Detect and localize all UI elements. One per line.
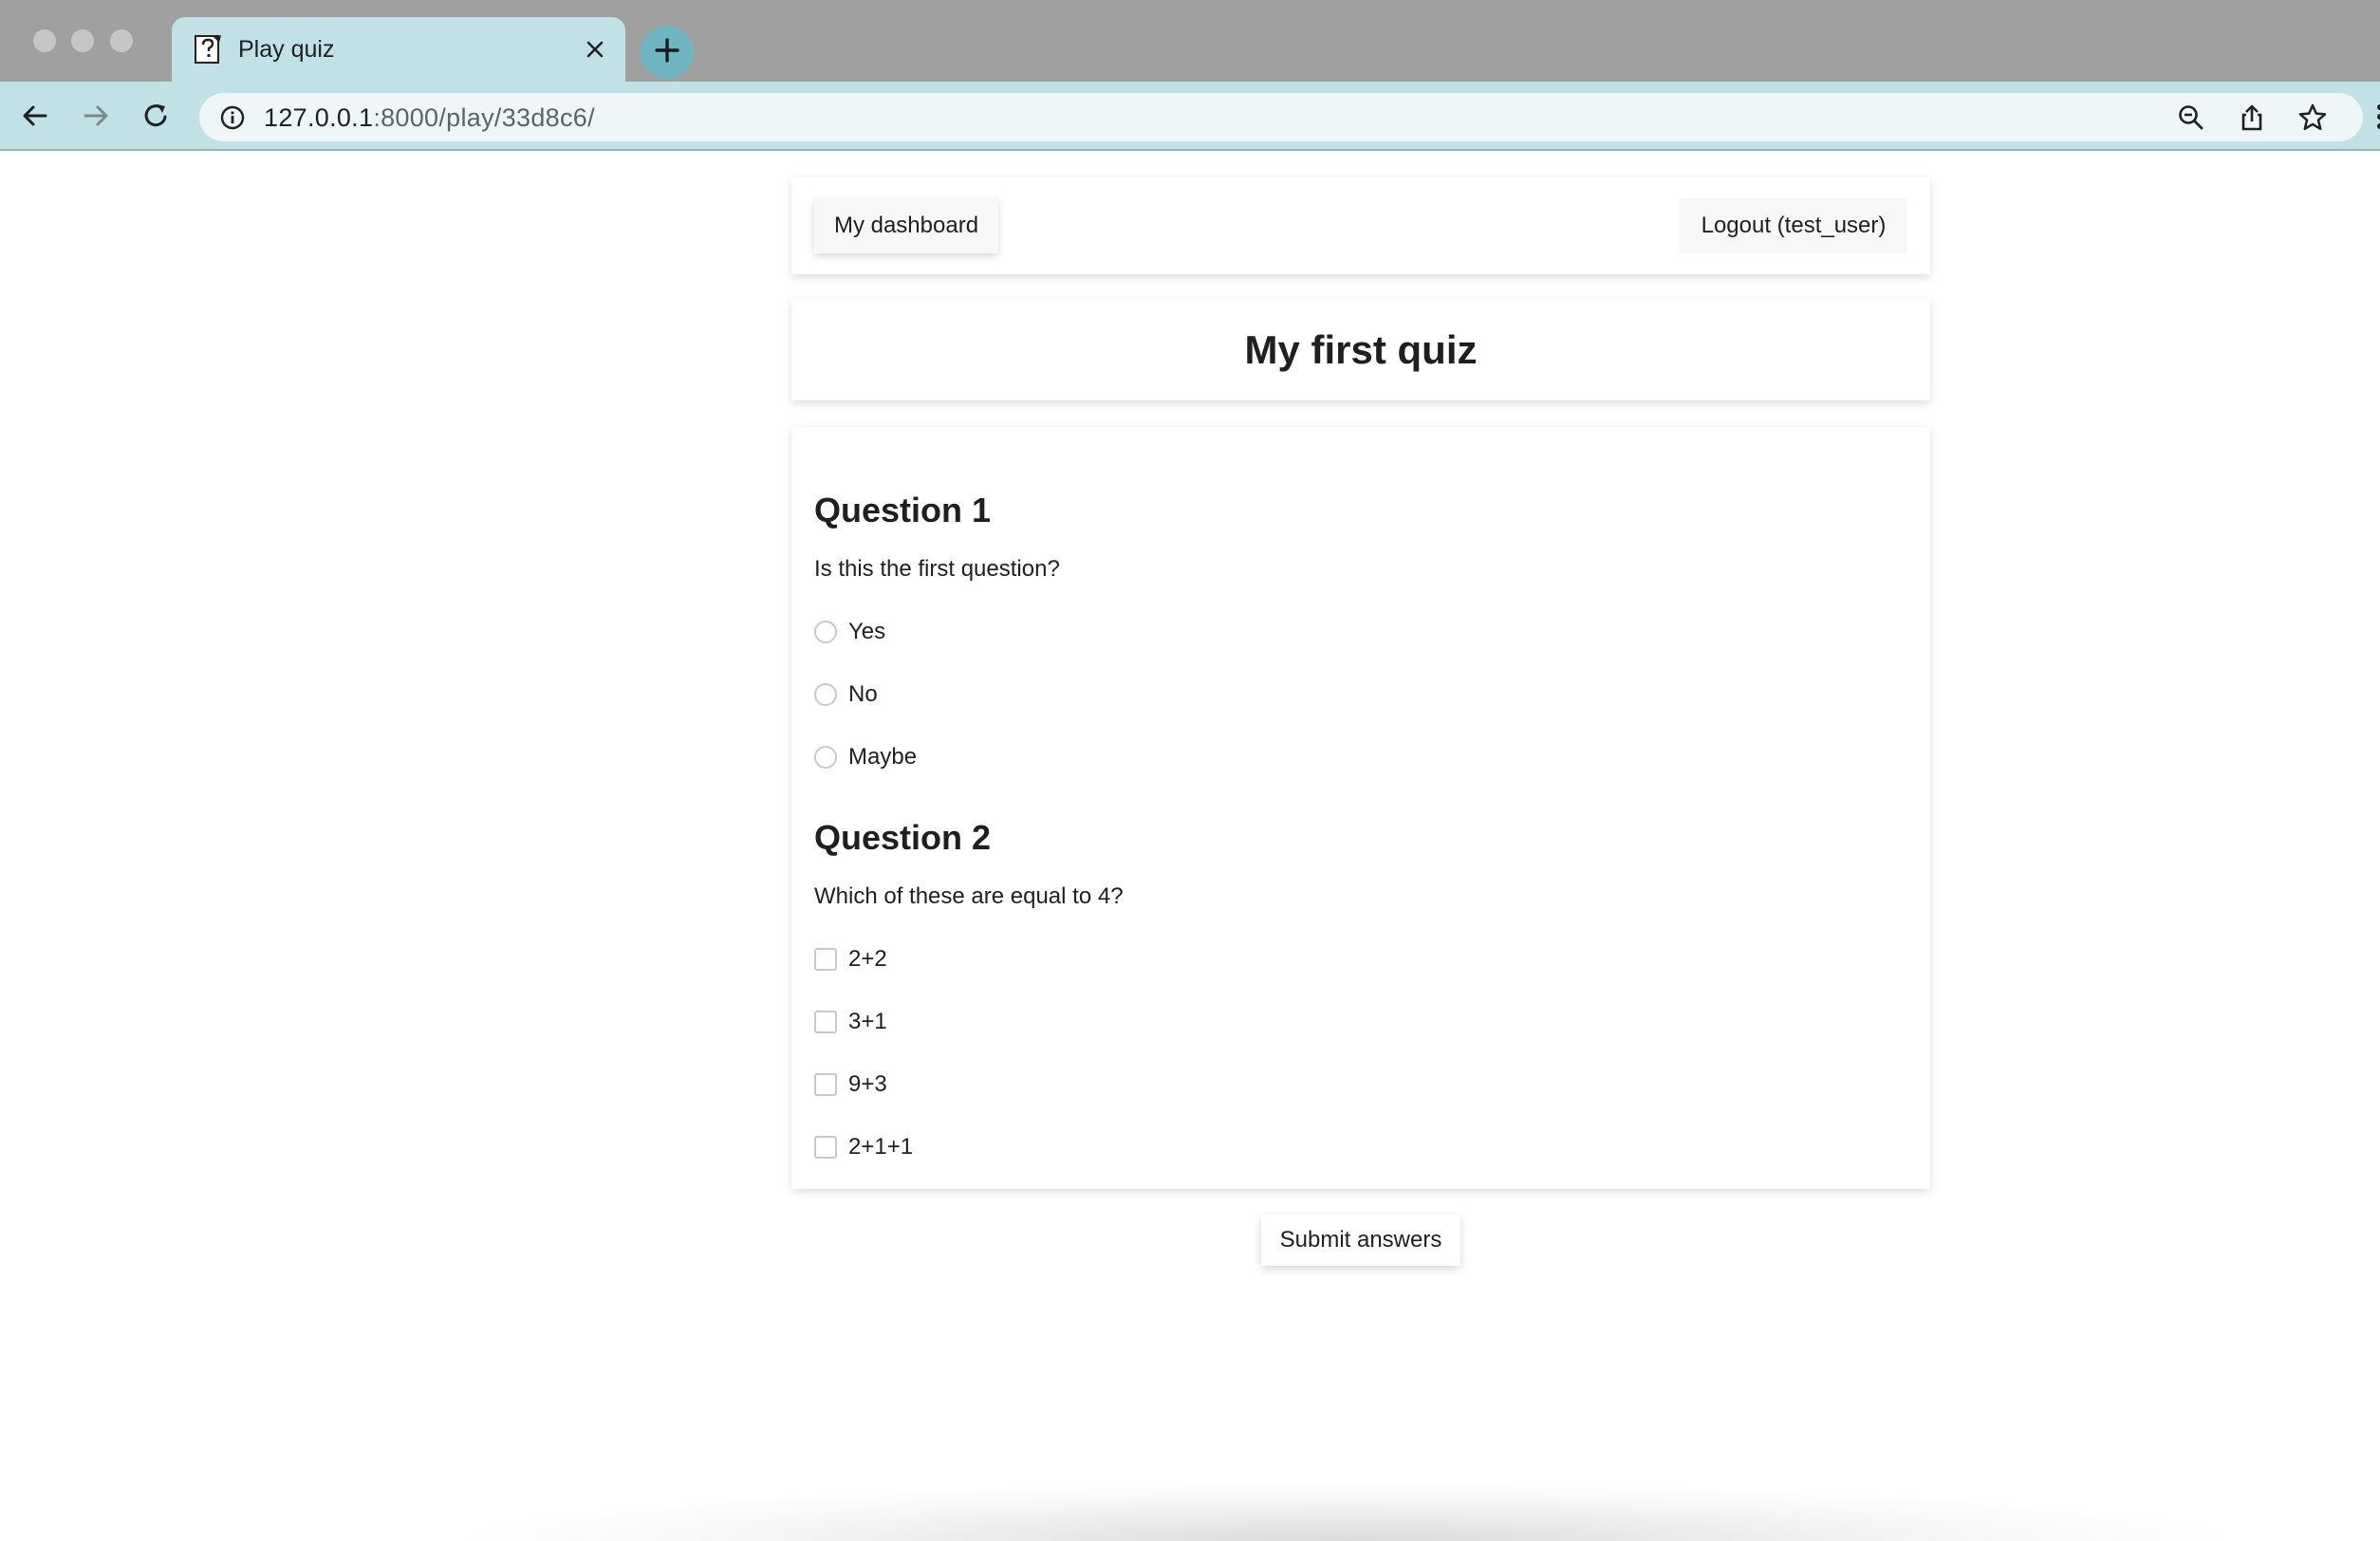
option-label[interactable]: 2+1+1 [848,1133,913,1161]
browser-menu-button[interactable] [2374,102,2380,131]
quiz-page-icon [193,33,225,65]
star-icon[interactable] [2296,102,2329,134]
radio-button[interactable] [814,746,837,769]
question-1-option[interactable]: Maybe [814,743,917,771]
address-bar[interactable]: 127.0.0.1:8000/play/33d8c6/ [199,93,2363,141]
bottom-shadow [446,1480,2249,1541]
questions-card: Question 1 Is this the first question? Y… [791,427,1930,1189]
option-label[interactable]: 9+3 [848,1070,887,1099]
question-1-text: Is this the first question? [814,556,1060,582]
window-minimize-control[interactable] [71,29,94,52]
quiz-title-card: My first quiz [791,299,1930,400]
question-2-option[interactable]: 2+2 [814,945,887,974]
reload-button[interactable] [134,95,179,140]
option-label[interactable]: No [848,680,878,709]
window-close-control[interactable] [33,29,56,52]
url-path: :8000/play/33d8c6/ [373,103,595,132]
option-label[interactable]: 3+1 [848,1008,887,1036]
tab-title: Play quiz [238,36,335,63]
question-2-heading: Question 2 [814,818,992,857]
question-1-option[interactable]: Yes [814,618,885,646]
checkbox[interactable] [814,1073,837,1096]
url-text[interactable]: 127.0.0.1:8000/play/33d8c6/ [264,102,595,133]
browser-tab[interactable]: Play quiz [172,17,625,82]
question-1-heading: Question 1 [814,491,992,529]
submit-answers-button[interactable]: Submit answers [1261,1215,1460,1266]
option-label[interactable]: 2+2 [848,945,887,974]
radio-button[interactable] [814,621,837,643]
question-2-option[interactable]: 3+1 [814,1008,887,1036]
logout-button[interactable]: Logout (test_user) [1680,198,1907,253]
checkbox[interactable] [814,1011,837,1033]
radio-button[interactable] [814,683,837,706]
back-button[interactable] [12,95,58,140]
question-1-option[interactable]: No [814,680,878,709]
arrow-left-icon [20,101,50,136]
close-icon[interactable] [578,32,612,66]
question-2-option[interactable]: 2+1+1 [814,1133,913,1161]
option-label[interactable]: Yes [848,618,885,646]
share-icon[interactable] [2236,102,2268,134]
plus-icon [653,36,681,69]
my-dashboard-button[interactable]: My dashboard [814,198,998,253]
toolbar-divider [0,149,2380,151]
forward-button[interactable] [73,95,119,140]
checkbox[interactable] [814,948,837,971]
question-2-text: Which of these are equal to 4? [814,883,1124,909]
question-2-option[interactable]: 9+3 [814,1070,887,1099]
top-nav: My dashboard Logout (test_user) [791,177,1930,274]
arrow-right-icon [81,101,111,136]
page-title: My first quiz [1244,327,1478,372]
new-tab-button[interactable] [641,26,694,79]
checkbox[interactable] [814,1136,837,1159]
info-icon[interactable] [218,103,247,132]
window-zoom-control[interactable] [110,29,133,52]
option-label[interactable]: Maybe [848,743,917,771]
zoom-out-icon[interactable] [2175,102,2207,134]
reload-icon [141,101,172,136]
url-host: 127.0.0.1 [264,103,374,132]
